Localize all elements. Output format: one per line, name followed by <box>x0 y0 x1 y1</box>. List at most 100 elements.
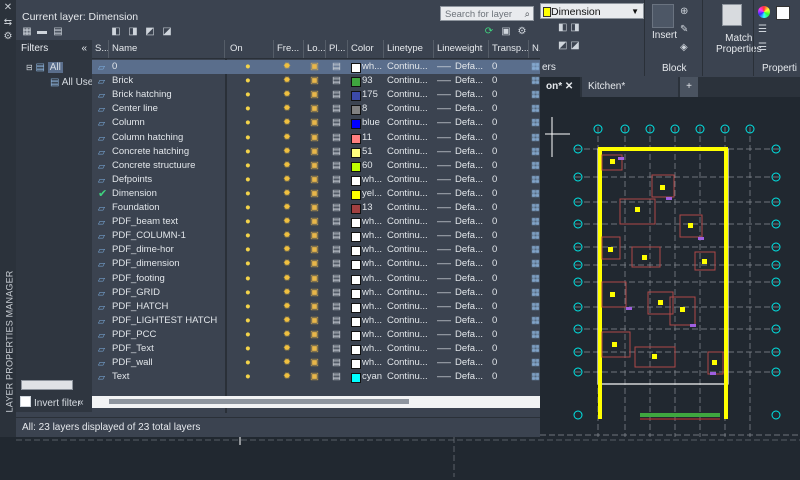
invert-filter-checkbox[interactable]: Invert filter <box>20 396 81 409</box>
column-header[interactable]: Color <box>348 40 384 58</box>
lightbulb-icon[interactable]: ● <box>245 145 257 159</box>
collapse-tree-icon[interactable]: « <box>78 397 84 408</box>
unlock-icon[interactable]: ▣ <box>310 229 322 243</box>
collapse-filters-icon[interactable]: « <box>81 40 87 58</box>
layer-name[interactable]: PDF_dime-hor <box>112 243 224 257</box>
layer-name[interactable]: Column <box>112 116 224 130</box>
lineweight-value[interactable]: Defa... <box>455 342 489 356</box>
sun-icon[interactable]: ✹ <box>283 300 295 314</box>
transparency-value[interactable]: 0 <box>492 243 522 257</box>
color-name[interactable]: wh... <box>362 328 384 342</box>
column-header[interactable]: Pl... <box>326 40 348 58</box>
unlock-icon[interactable]: ▣ <box>310 272 322 286</box>
linetype-value[interactable]: Continu... <box>387 257 433 271</box>
lightbulb-icon[interactable]: ● <box>245 88 257 102</box>
match-properties-button[interactable]: Match Properties <box>716 33 762 55</box>
unlock-icon[interactable]: ▣ <box>310 314 322 328</box>
color-name[interactable]: blue <box>362 116 384 130</box>
scroll-thumb[interactable] <box>109 399 409 404</box>
unlock-icon[interactable]: ▣ <box>310 257 322 271</box>
lightbulb-icon[interactable]: ● <box>245 131 257 145</box>
layer-row[interactable]: ▱Center line●✹▣▤8Continu...——Defa...0▦ <box>92 102 540 116</box>
printer-icon[interactable]: ▤ <box>332 257 344 271</box>
block-tool-icon[interactable]: ⊕ <box>680 6 688 17</box>
color-swatch[interactable] <box>351 91 361 102</box>
transparency-value[interactable]: 0 <box>492 201 522 215</box>
lineweight-value[interactable]: Defa... <box>455 74 489 88</box>
linetype-value[interactable]: Continu... <box>387 201 433 215</box>
printer-icon[interactable]: ▤ <box>332 131 344 145</box>
lineweight-value[interactable]: Defa... <box>455 370 489 384</box>
transparency-value[interactable]: 0 <box>492 145 522 159</box>
lineweight-value[interactable]: Defa... <box>455 328 489 342</box>
color-swatch[interactable] <box>351 246 361 257</box>
insert-icon[interactable] <box>652 4 674 28</box>
printer-icon[interactable]: ▤ <box>332 60 344 74</box>
sun-icon[interactable]: ✹ <box>283 159 295 173</box>
transparency-value[interactable]: 0 <box>492 257 522 271</box>
layer-row[interactable]: ▱ Concrete structuure ● ✹ ▣ ▤ 60Continu... —— De… <box>92 159 540 173</box>
table-horizontal-scrollbar[interactable] <box>92 396 540 408</box>
lineweight-value[interactable]: Defa... <box>455 116 489 130</box>
linetype-value[interactable]: Continu... <box>387 215 433 229</box>
layer-name[interactable]: PDF_dimension <box>112 257 224 271</box>
new-layer-vp-frozen-icon[interactable]: ◨ <box>126 26 140 38</box>
color-swatch[interactable] <box>351 119 361 130</box>
printer-icon[interactable]: ▤ <box>332 173 344 187</box>
layer-name[interactable]: Foundation <box>112 201 224 215</box>
lightbulb-icon[interactable]: ● <box>245 229 257 243</box>
block-edit-icon[interactable]: ✎ <box>680 24 688 35</box>
layer-row[interactable]: ▱PDF_HATCH●✹▣▤wh...Continu...——Defa...0▦ <box>92 300 540 314</box>
color-swatch[interactable] <box>351 204 361 214</box>
layer-row[interactable]: ▱Foundation●✹▣▤13Continu...——Defa...0▦ <box>92 201 540 215</box>
printer-icon[interactable]: ▤ <box>332 201 344 215</box>
color-swatch[interactable] <box>351 373 361 384</box>
transparency-value[interactable]: 0 <box>492 116 522 130</box>
color-name[interactable]: 60 <box>362 159 384 173</box>
layer-row[interactable]: ▱ PDF_dime-hor ● ✹ ▣ ▤ wh...Continu... —— Defa..… <box>92 243 540 257</box>
lightbulb-icon[interactable]: ● <box>245 356 257 370</box>
lightbulb-icon[interactable]: ● <box>245 215 257 229</box>
linetype-value[interactable]: Continu... <box>387 229 433 243</box>
layer-name[interactable]: PDF_GRID <box>112 286 224 300</box>
lineweight-value[interactable]: Defa... <box>455 145 489 159</box>
chevron-down-icon[interactable]: ▼ <box>631 4 639 20</box>
model-space-bottom[interactable] <box>16 437 800 477</box>
color-name[interactable]: yel... <box>362 187 384 201</box>
layer-row[interactable]: ▱PDF_GRID●✹▣▤wh...Continu...——Defa...0▦ <box>92 286 540 300</box>
linetype-value[interactable]: Continu... <box>387 314 433 328</box>
transparency-value[interactable]: 0 <box>492 131 522 145</box>
layer-name[interactable]: Defpoints <box>112 173 224 187</box>
sun-icon[interactable]: ✹ <box>283 229 295 243</box>
tab-kitchen[interactable]: Kitchen* <box>582 77 678 97</box>
lightbulb-icon[interactable]: ● <box>245 314 257 328</box>
refresh-icon[interactable]: ⟳ <box>482 26 496 38</box>
unlock-icon[interactable]: ▣ <box>310 328 322 342</box>
color-swatch[interactable] <box>351 288 361 299</box>
lineweight-value[interactable]: Defa... <box>455 215 489 229</box>
lineweight-value[interactable]: Defa... <box>455 243 489 257</box>
linetype-value[interactable]: Continu... <box>387 243 433 257</box>
color-name[interactable]: wh... <box>362 300 384 314</box>
column-header[interactable]: S... <box>92 40 109 58</box>
linetype-value[interactable]: Continu... <box>387 370 433 384</box>
transparency-value[interactable]: 0 <box>492 286 522 300</box>
printer-icon[interactable]: ▤ <box>332 229 344 243</box>
layer-name[interactable]: PDF_PCC <box>112 328 224 342</box>
linetype-value[interactable]: Continu... <box>387 60 433 74</box>
transparency-value[interactable]: 0 <box>492 229 522 243</box>
column-header[interactable]: Lineweight <box>434 40 489 58</box>
lightbulb-icon[interactable]: ● <box>245 243 257 257</box>
checkbox-box[interactable] <box>20 396 31 407</box>
transparency-value[interactable]: 0 <box>492 88 522 102</box>
lineweight-value[interactable]: Defa... <box>455 257 489 271</box>
sun-icon[interactable]: ✹ <box>283 88 295 102</box>
sun-icon[interactable]: ✹ <box>283 187 295 201</box>
unlock-icon[interactable]: ▣ <box>310 300 322 314</box>
printer-icon[interactable]: ▤ <box>332 370 344 384</box>
printer-icon[interactable]: ▤ <box>332 300 344 314</box>
search-input[interactable]: Search for layer ⌕ <box>440 6 534 21</box>
filters-scrollbar[interactable] <box>21 380 73 390</box>
transparency-value[interactable]: 0 <box>492 328 522 342</box>
transparency-value[interactable]: 0 <box>492 314 522 328</box>
